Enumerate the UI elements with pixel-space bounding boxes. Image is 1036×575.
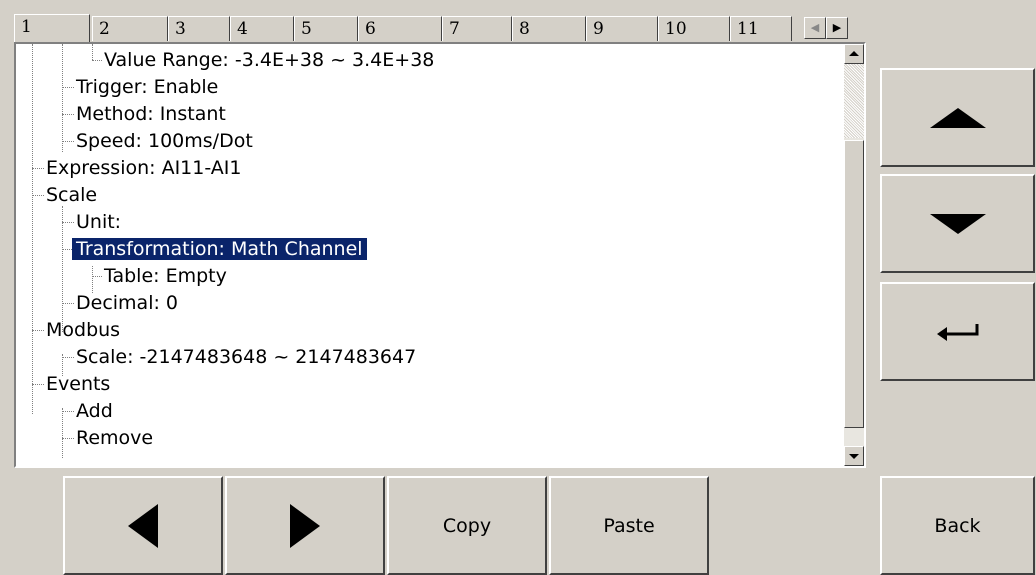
tab-label: 5 (301, 19, 312, 39)
tree-item[interactable]: Remove (72, 425, 157, 452)
scroll-down-icon (849, 454, 859, 459)
tree-connector (92, 266, 93, 293)
tree-item-label: Speed: 100ms/Dot (76, 130, 253, 152)
next-button[interactable] (225, 476, 385, 575)
tab-2[interactable]: 2 (92, 16, 168, 41)
tree-item-label: Modbus (46, 319, 121, 341)
scrollbar-thumb[interactable] (844, 140, 864, 428)
tree-item-label: Transformation: Math Channel (71, 237, 368, 261)
tab-label: 10 (665, 19, 687, 39)
tree-item-label: Value Range: -3.4E+38 ~ 3.4E+38 (104, 49, 435, 71)
tab-label: 8 (519, 19, 530, 39)
tab-4[interactable]: 4 (230, 16, 294, 41)
tree-item[interactable]: Events (42, 371, 114, 398)
copy-button[interactable]: Copy (387, 476, 547, 575)
tree-item[interactable]: Add (72, 398, 117, 425)
tree-item[interactable]: Scale: -2147483648 ~ 2147483647 (72, 344, 420, 371)
tree-item-label: Trigger: Enable (76, 76, 219, 98)
copy-button-label: Copy (442, 514, 492, 537)
tab-strip: 1 2 3 4 5 6 7 8 9 10 11 ◀ ▶ (14, 14, 866, 42)
tab-7[interactable]: 7 (442, 16, 512, 41)
tab-10[interactable]: 10 (658, 16, 730, 41)
tree-item-label: Unit: (76, 211, 122, 233)
chevron-right-icon: ▶ (832, 21, 842, 34)
previous-button[interactable] (63, 476, 223, 575)
scroll-down-button[interactable] (844, 446, 864, 466)
tree-item-label: Scale: -2147483648 ~ 2147483647 (76, 346, 417, 368)
tree-item[interactable]: Value Range: -3.4E+38 ~ 3.4E+38 (100, 47, 438, 74)
vertical-scrollbar[interactable] (844, 44, 864, 466)
tree-item[interactable]: Decimal: 0 (72, 290, 182, 317)
tab-5[interactable]: 5 (294, 16, 358, 41)
tab-label: 3 (175, 19, 186, 39)
scroll-up-button-large[interactable] (880, 68, 1035, 167)
tree-item-label: Events (46, 373, 111, 395)
tab-9[interactable]: 9 (586, 16, 658, 41)
tab-label: 4 (237, 19, 248, 39)
tab-label: 11 (737, 19, 759, 39)
tab-label: 9 (593, 19, 604, 39)
chevron-left-icon: ◀ (810, 21, 820, 34)
back-button-label: Back (934, 514, 981, 537)
tree-item[interactable]: Modbus (42, 317, 124, 344)
tree-view[interactable]: Value Range: -3.4E+38 ~ 3.4E+38 Trigger:… (14, 42, 866, 468)
tab-8[interactable]: 8 (512, 16, 586, 41)
scroll-down-button-large[interactable] (880, 174, 1035, 273)
tree-connector (62, 44, 63, 152)
tab-label: 1 (21, 17, 32, 37)
tab-6[interactable]: 6 (358, 16, 442, 41)
back-button[interactable]: Back (880, 476, 1035, 575)
arrow-down-icon (929, 213, 986, 234)
paste-button[interactable]: Paste (549, 476, 709, 575)
tab-label: 2 (99, 19, 110, 39)
tree-connector (92, 44, 93, 60)
tree-item[interactable]: Speed: 100ms/Dot (72, 128, 257, 155)
tree-item-label: Table: Empty (104, 265, 227, 287)
tree-item-label: Remove (76, 427, 154, 449)
tree-item[interactable]: Method: Instant (72, 101, 230, 128)
tree-item[interactable]: Unit: (72, 209, 125, 236)
tab-label: 7 (449, 19, 460, 39)
tree-connector (62, 408, 63, 458)
arrow-up-icon (929, 107, 986, 128)
tree-connector (32, 44, 33, 414)
tree-item[interactable]: Table: Empty (100, 263, 231, 290)
tree-item-label: Scale (46, 184, 98, 206)
tree-item[interactable]: Expression: AI11-AI1 (42, 155, 245, 182)
enter-icon (936, 323, 978, 341)
scroll-up-button[interactable] (844, 44, 864, 64)
tree-connector (62, 206, 63, 332)
arrow-left-icon (128, 503, 158, 548)
tree-item-selected[interactable]: Transformation: Math Channel (71, 236, 368, 263)
tree-item-label: Method: Instant (76, 103, 226, 125)
tab-scroll-right[interactable]: ▶ (826, 17, 848, 39)
tree-item-label: Expression: AI11-AI1 (46, 157, 242, 179)
tab-scroll-left[interactable]: ◀ (804, 17, 826, 39)
tree-item[interactable]: Trigger: Enable (72, 74, 222, 101)
enter-button[interactable] (880, 282, 1035, 381)
tree-item-label: Decimal: 0 (76, 292, 179, 314)
scrollbar-track[interactable] (844, 64, 864, 138)
tab-11[interactable]: 11 (730, 16, 792, 41)
tab-3[interactable]: 3 (168, 16, 230, 41)
tab-1[interactable]: 1 (14, 14, 90, 42)
tab-label: 6 (365, 19, 376, 39)
scroll-up-icon (849, 51, 859, 56)
tree-item-label: Add (76, 400, 113, 422)
tree-item[interactable]: Scale (42, 182, 101, 209)
arrow-right-icon (290, 503, 320, 548)
paste-button-label: Paste (603, 514, 655, 537)
